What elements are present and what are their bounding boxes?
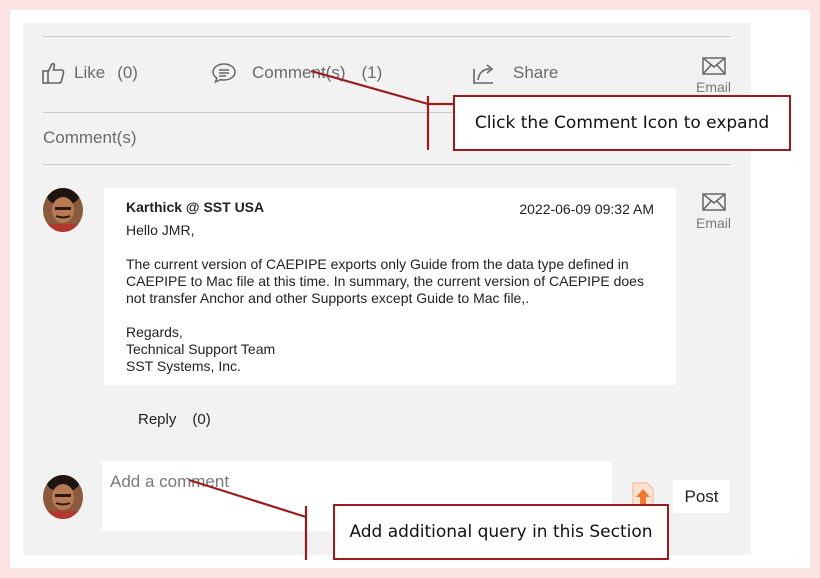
- callout-top: Click the Comment Icon to expand: [453, 95, 791, 151]
- callout-bottom: Add additional query in this Section: [333, 504, 669, 560]
- annotation-arrows: [188, 69, 453, 560]
- callout-pointer-top: [310, 69, 429, 106]
- callout-pointer-bottom: [188, 478, 307, 519]
